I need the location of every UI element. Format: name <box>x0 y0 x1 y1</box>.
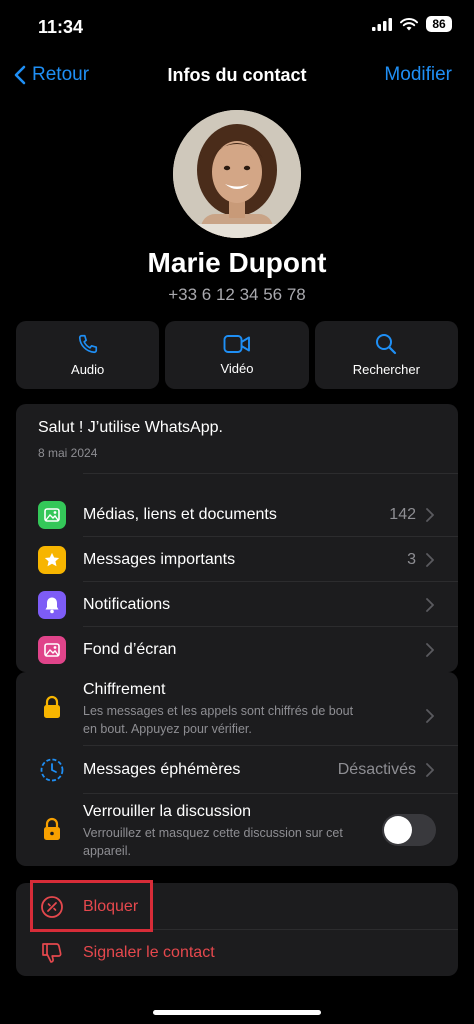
notifications-row[interactable]: Notifications <box>16 582 458 627</box>
encryption-row[interactable]: Chiffrement Les messages et les appels s… <box>16 672 458 746</box>
lock-icon <box>38 803 66 841</box>
lock-chat-title: Verrouiller la discussion <box>83 803 252 820</box>
encryption-text: Chiffrement Les messages et les appels s… <box>83 681 426 738</box>
lock-chat-subtitle: Verrouillez et masquez cette discussion … <box>83 826 343 858</box>
navigation-bar: Retour Infos du contact Modifier <box>0 58 474 98</box>
status-bar: 11:34 86 <box>0 0 474 56</box>
search-button[interactable]: Rechercher <box>314 321 458 389</box>
wallpaper-row[interactable]: Fond d’écran <box>16 627 458 672</box>
encryption-title: Chiffrement <box>83 681 166 698</box>
report-contact-row[interactable]: Signaler le contact <box>16 930 458 976</box>
notifications-label: Notifications <box>83 595 171 613</box>
edit-button[interactable]: Modifier <box>384 64 452 86</box>
info-card: Salut ! J’utilise WhatsApp. 8 mai 2024 M… <box>16 404 458 672</box>
wallpaper-label: Fond d’écran <box>83 640 177 658</box>
timer-icon <box>38 756 66 784</box>
ephemeral-value: Désactivés <box>337 761 416 778</box>
chevron-right-icon <box>426 709 434 723</box>
wifi-icon <box>400 17 418 30</box>
block-label: Bloquer <box>83 897 139 915</box>
contact-name: Marie Dupont <box>147 247 327 278</box>
audio-label: Audio <box>71 362 105 377</box>
about-section[interactable]: Salut ! J’utilise WhatsApp. 8 mai 2024 <box>16 404 458 474</box>
chevron-right-icon <box>426 642 434 657</box>
chevron-right-icon <box>426 763 434 777</box>
back-button[interactable]: Retour <box>14 64 89 86</box>
star-icon <box>38 545 66 574</box>
contact-phone[interactable]: +33 6 12 34 56 78 <box>0 285 474 305</box>
status-icons: 86 <box>372 16 452 32</box>
lock-chat-toggle[interactable] <box>382 814 436 846</box>
home-indicator <box>153 1010 321 1015</box>
chevron-left-icon <box>14 65 26 85</box>
battery-indicator: 86 <box>426 16 452 32</box>
video-icon <box>223 335 250 353</box>
media-links-docs-row[interactable]: Médias, liens et documents 142 <box>16 492 458 537</box>
about-text: Salut ! J’utilise WhatsApp. <box>38 419 223 436</box>
chevron-right-icon <box>426 597 434 612</box>
contact-avatar[interactable] <box>173 110 301 238</box>
back-label: Retour <box>32 64 90 85</box>
signal-icon <box>372 17 392 31</box>
chevron-right-icon <box>426 507 434 522</box>
quick-actions: Audio Vidéo Rechercher <box>16 321 458 389</box>
ephemeral-label: Messages éphémères <box>83 761 241 778</box>
chevron-right-icon <box>426 552 434 567</box>
audio-call-button[interactable]: Audio <box>16 321 160 389</box>
thumbs-down-icon <box>38 939 66 967</box>
video-call-button[interactable]: Vidéo <box>165 321 309 389</box>
starred-label: Messages importants <box>83 550 236 568</box>
media-label: Médias, liens et documents <box>83 505 277 523</box>
block-contact-row[interactable]: Bloquer <box>16 883 458 930</box>
about-date: 8 mai 2024 <box>38 446 98 460</box>
danger-card: Bloquer Signaler le contact <box>16 883 458 976</box>
block-icon <box>38 893 66 921</box>
avatar-photo <box>173 110 301 238</box>
wallpaper-icon <box>38 635 66 664</box>
report-label: Signaler le contact <box>83 944 215 961</box>
lock-chat-text: Verrouiller la discussion Verrouillez et… <box>83 803 382 860</box>
ephemeral-messages-row[interactable]: Messages éphémères Désactivés <box>16 746 458 794</box>
starred-count: 3 <box>407 550 416 568</box>
encryption-subtitle: Les messages et les appels sont chiffrés… <box>83 704 354 736</box>
privacy-card: Chiffrement Les messages et les appels s… <box>16 672 458 866</box>
phone-icon <box>78 334 97 354</box>
status-time: 11:34 <box>38 17 84 37</box>
toggle-knob <box>384 816 412 844</box>
starred-messages-row[interactable]: Messages importants 3 <box>16 537 458 582</box>
search-label: Rechercher <box>352 362 420 377</box>
lock-chat-row: Verrouiller la discussion Verrouillez et… <box>16 794 458 866</box>
video-label: Vidéo <box>220 361 254 376</box>
media-count: 142 <box>389 505 416 523</box>
photo-icon <box>38 500 66 529</box>
search-icon <box>376 334 397 355</box>
bell-icon <box>38 590 66 619</box>
lock-icon <box>38 681 66 719</box>
